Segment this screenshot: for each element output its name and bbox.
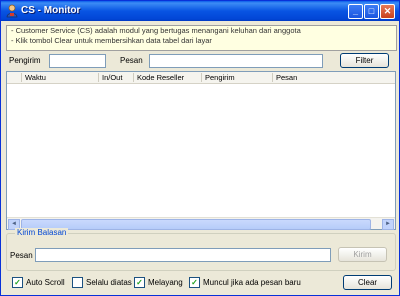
clear-button[interactable]: Clear — [343, 275, 392, 290]
checkbox-checked-icon[interactable]: ✓ — [134, 277, 145, 288]
floating-checkbox[interactable]: ✓ Melayang — [134, 277, 183, 288]
column-header-pengirim[interactable]: Pengirim — [201, 73, 267, 82]
column-header-kode-reseller[interactable]: Kode Reseller — [133, 73, 197, 82]
reply-message-input[interactable] — [35, 248, 331, 262]
minimize-button[interactable]: _ — [348, 4, 363, 19]
window-title: CS - Monitor — [21, 5, 81, 16]
maximize-button[interactable]: □ — [364, 4, 379, 19]
reply-group: Kirim Balasan Pesan Kirim — [6, 228, 396, 271]
title-bar[interactable]: CS - Monitor _ □ ✕ — [1, 1, 399, 21]
filter-button[interactable]: Filter — [340, 53, 389, 68]
scrollbar-thumb[interactable] — [21, 219, 371, 230]
close-button[interactable]: ✕ — [380, 4, 395, 19]
pesan-filter-input[interactable] — [149, 54, 323, 68]
reply-group-title: Kirim Balasan — [15, 228, 69, 237]
checkbox-checked-icon[interactable]: ✓ — [12, 277, 23, 288]
auto-scroll-checkbox[interactable]: ✓ Auto Scroll — [12, 277, 65, 288]
reply-pesan-label: Pesan — [10, 251, 33, 260]
always-on-top-label: Selalu diatas — [86, 278, 132, 287]
pengirim-filter-input[interactable] — [49, 54, 106, 68]
user-icon — [6, 4, 18, 18]
info-line: - Klik tombol Clear untuk membersihkan d… — [11, 36, 212, 45]
column-header-pesan[interactable]: Pesan — [272, 73, 336, 82]
show-on-new-message-label: Muncul jika ada pesan baru — [203, 278, 301, 287]
always-on-top-checkbox[interactable]: Selalu diatas — [72, 277, 132, 288]
checkbox-unchecked-icon[interactable] — [72, 277, 83, 288]
column-header-waktu[interactable]: Waktu — [21, 73, 93, 82]
info-panel: - Customer Service (CS) adalah modul yan… — [6, 25, 397, 51]
table-header: Waktu In/Out Kode Reseller Pengirim Pesa… — [7, 72, 395, 84]
info-line: - Customer Service (CS) adalah modul yan… — [11, 26, 301, 35]
send-button[interactable]: Kirim — [338, 247, 387, 262]
column-header-in-out[interactable]: In/Out — [98, 73, 128, 82]
checkbox-checked-icon[interactable]: ✓ — [189, 277, 200, 288]
auto-scroll-label: Auto Scroll — [26, 278, 65, 287]
floating-label: Melayang — [148, 278, 183, 287]
scroll-right-arrow-icon[interactable]: ► — [382, 219, 394, 230]
message-table[interactable]: Waktu In/Out Kode Reseller Pengirim Pesa… — [6, 71, 396, 230]
show-on-new-message-checkbox[interactable]: ✓ Muncul jika ada pesan baru — [189, 277, 301, 288]
pesan-label: Pesan — [120, 56, 143, 65]
pengirim-label: Pengirim — [9, 56, 41, 65]
main-window: CS - Monitor _ □ ✕ - Customer Service (C… — [0, 0, 400, 296]
